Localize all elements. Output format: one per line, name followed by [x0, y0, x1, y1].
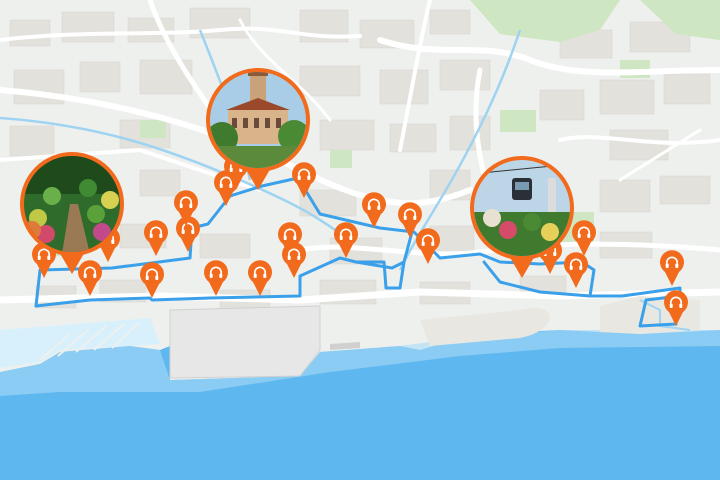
audio-stop-pin[interactable]	[248, 260, 272, 296]
tour-map[interactable]	[0, 0, 720, 480]
audio-stop-pin[interactable]	[572, 220, 596, 256]
cable-car-photo-marker[interactable]	[470, 156, 574, 278]
audio-stop-pin[interactable]	[144, 220, 168, 256]
audio-stop-pin[interactable]	[416, 228, 440, 264]
audio-stop-pin[interactable]	[664, 290, 688, 326]
audio-stop-pin[interactable]	[334, 222, 358, 258]
audio-stop-pin[interactable]	[282, 242, 306, 278]
audio-stop-pin[interactable]	[564, 252, 588, 288]
audio-stop-pin[interactable]	[362, 192, 386, 228]
audio-stop-pin[interactable]	[398, 202, 422, 238]
audio-stop-pin[interactable]	[78, 260, 102, 296]
audio-stop-pin[interactable]	[660, 250, 684, 286]
audio-stop-pin[interactable]	[204, 260, 228, 296]
audio-stop-pin[interactable]	[140, 262, 164, 298]
audio-stop-pin[interactable]	[292, 162, 316, 198]
pin-layer	[20, 68, 688, 326]
